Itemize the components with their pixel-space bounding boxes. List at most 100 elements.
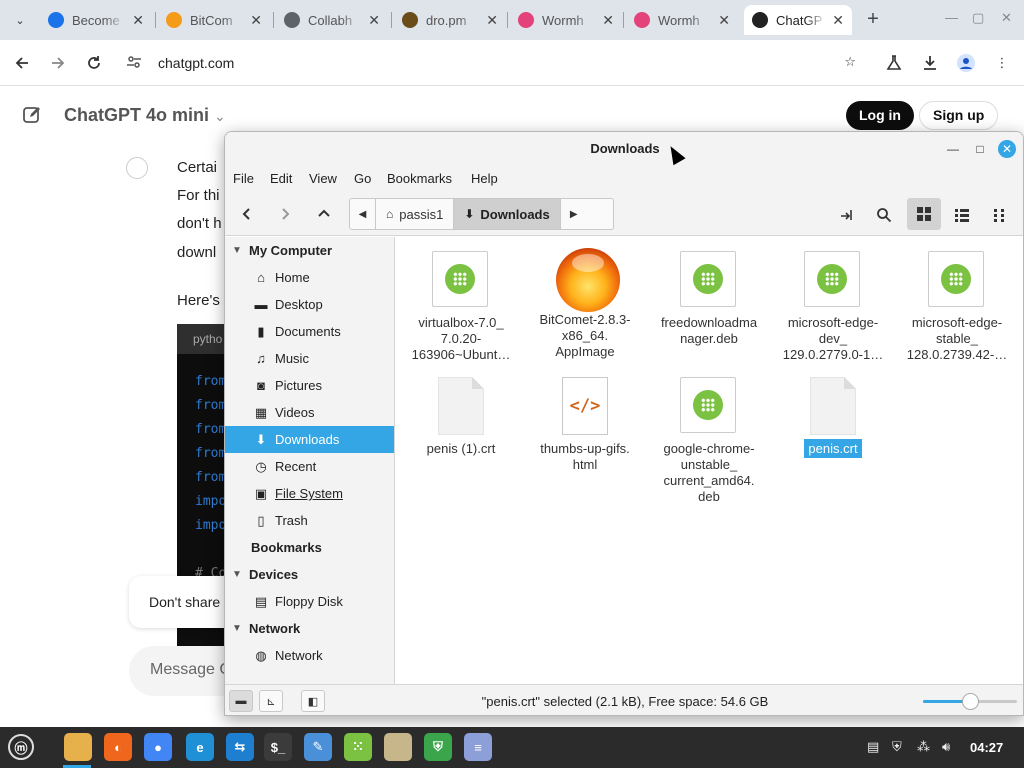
sidebar-item-documents[interactable]: ▮ Documents bbox=[225, 318, 394, 345]
maximize-icon[interactable]: ▢ bbox=[972, 10, 984, 26]
file-item[interactable]: freedownloadma nager.deb bbox=[647, 251, 771, 347]
browser-tab[interactable]: Collabh ✕ bbox=[276, 5, 388, 35]
browser-tab[interactable]: Wormh ✕ bbox=[626, 5, 738, 35]
sidebar-item-recent[interactable]: ◷ Recent bbox=[225, 453, 394, 480]
tab-close-icon[interactable]: ✕ bbox=[362, 12, 380, 29]
menu-view[interactable]: View bbox=[309, 171, 337, 186]
new-chat-icon[interactable] bbox=[22, 105, 42, 128]
menu-edit[interactable]: Edit bbox=[270, 171, 292, 186]
text-editor-icon[interactable]: ✎ bbox=[304, 733, 332, 761]
toggle-location-icon[interactable] bbox=[831, 200, 861, 230]
forward-icon[interactable] bbox=[46, 51, 70, 75]
tab-close-icon[interactable]: ✕ bbox=[480, 12, 498, 29]
terminal-icon[interactable]: $_ bbox=[264, 733, 292, 761]
file-item[interactable]: virtualbox-7.0_ 7.0.20- 163906~Ubunt… bbox=[399, 251, 523, 363]
tab-close-icon[interactable]: ✕ bbox=[712, 12, 730, 29]
url-input[interactable]: chatgpt.com ☆ bbox=[116, 46, 866, 80]
list-view-icon[interactable] bbox=[947, 200, 977, 230]
menu-icon[interactable]: ⓜ bbox=[8, 734, 34, 760]
package-icon[interactable]: ⁙ bbox=[344, 733, 372, 761]
sidebar-item-desktop[interactable]: ▬ Desktop bbox=[225, 291, 394, 318]
tab-close-icon[interactable]: ✕ bbox=[244, 12, 262, 29]
section-bookmarks[interactable]: Bookmarks bbox=[225, 534, 322, 561]
firefox-icon[interactable]: ◐ bbox=[104, 733, 132, 761]
notes-icon[interactable]: ≡ bbox=[464, 733, 492, 761]
edge-dev-icon[interactable]: e bbox=[186, 733, 214, 761]
close-window-icon[interactable]: ✕ bbox=[1001, 10, 1012, 26]
browser-tab[interactable]: BitCom ✕ bbox=[158, 5, 270, 35]
tab-close-icon[interactable]: ✕ bbox=[126, 12, 144, 29]
clock[interactable]: 04:27 bbox=[970, 740, 1003, 755]
browser-tab[interactable]: Become ✕ bbox=[40, 5, 152, 35]
network-tray-icon[interactable]: ⁂ bbox=[917, 739, 930, 755]
minimize-icon[interactable]: — bbox=[943, 139, 963, 159]
file-item[interactable]: google-chrome-unstable_ current_amd64. deb bbox=[647, 377, 771, 505]
sidebar-item-music[interactable]: ♫ Music bbox=[225, 345, 394, 372]
menu-file[interactable]: File bbox=[233, 171, 254, 186]
section-network[interactable]: ▼ Network bbox=[225, 615, 300, 642]
back-icon[interactable] bbox=[10, 51, 34, 75]
files-icon[interactable] bbox=[64, 733, 92, 761]
back-icon[interactable] bbox=[233, 200, 261, 228]
update-shield-icon[interactable]: ⛨ bbox=[892, 739, 902, 755]
browser-tab[interactable]: ChatGP ✕ bbox=[744, 5, 852, 35]
menu-help[interactable]: Help bbox=[471, 171, 498, 186]
sidebar-item-downloads[interactable]: ⬇ Downloads bbox=[225, 426, 394, 453]
sidebar-item-videos[interactable]: ▦ Videos bbox=[225, 399, 394, 426]
file-item[interactable]: penis.crt bbox=[771, 377, 895, 458]
sidebar-item-file-system[interactable]: ▣ File System bbox=[225, 480, 394, 507]
sidebar-item-network[interactable]: ◍ Network bbox=[225, 642, 394, 669]
folder-icon[interactable] bbox=[384, 733, 412, 761]
sidebar-item-trash[interactable]: ▯ Trash bbox=[225, 507, 394, 534]
browser-tab[interactable]: Wormh ✕ bbox=[510, 5, 622, 35]
section-my-computer[interactable]: ▼ My Computer bbox=[225, 237, 332, 264]
reload-icon[interactable] bbox=[82, 51, 106, 75]
tab-close-icon[interactable]: ✕ bbox=[826, 12, 844, 29]
new-tab-button[interactable]: + bbox=[862, 8, 884, 31]
file-item[interactable]: penis (1).crt bbox=[399, 377, 523, 457]
profile-icon[interactable] bbox=[954, 51, 978, 75]
signup-button[interactable]: Sign up bbox=[919, 101, 999, 130]
forward-icon[interactable] bbox=[271, 200, 299, 228]
file-item[interactable]: microsoft-edge-dev_ 129.0.2779.0-1… bbox=[771, 251, 895, 363]
crumb-home[interactable]: ⌂ passis1 bbox=[376, 199, 455, 229]
model-selector[interactable]: ChatGPT 4o mini ⌄ bbox=[64, 105, 226, 126]
icon-view-icon[interactable] bbox=[907, 198, 941, 230]
bookmark-star-icon[interactable]: ☆ bbox=[844, 54, 856, 70]
compact-view-icon[interactable] bbox=[985, 200, 1015, 230]
clipboard-icon[interactable]: ▤ bbox=[867, 739, 879, 755]
window-titlebar[interactable]: Downloads — □ ✕ bbox=[225, 132, 1023, 166]
close-icon[interactable]: ✕ bbox=[998, 140, 1016, 158]
minimize-icon[interactable]: — bbox=[945, 10, 958, 25]
zoom-slider-knob[interactable] bbox=[962, 693, 979, 710]
menu-go[interactable]: Go bbox=[354, 171, 371, 186]
crumb-right-icon[interactable]: ▶ bbox=[561, 199, 587, 229]
zoom-slider[interactable] bbox=[923, 693, 1017, 710]
shield-icon[interactable]: ⛨ bbox=[424, 733, 452, 761]
file-item[interactable]: BitComet-2.8.3- x86_64. AppImage bbox=[523, 248, 647, 360]
crumb-downloads[interactable]: ⬇ Downloads bbox=[454, 199, 561, 229]
download-icon[interactable] bbox=[918, 51, 942, 75]
site-settings-icon[interactable] bbox=[126, 54, 148, 73]
search-icon[interactable] bbox=[869, 200, 899, 230]
chrome-icon[interactable]: ● bbox=[144, 733, 172, 761]
up-icon[interactable] bbox=[310, 200, 338, 228]
transfer-icon[interactable]: ⇆ bbox=[226, 733, 254, 761]
sidebar-item-home[interactable]: ⌂ Home bbox=[225, 264, 394, 291]
sidebar-item-floppy-disk[interactable]: ▤ Floppy Disk bbox=[225, 588, 394, 615]
labs-icon[interactable] bbox=[882, 51, 906, 75]
browser-tab[interactable]: dro.pm ✕ bbox=[394, 5, 506, 35]
file-item[interactable]: </> thumbs-up-gifs. html bbox=[523, 377, 647, 473]
file-item[interactable]: microsoft-edge-stable_ 128.0.2739.42-… bbox=[895, 251, 1019, 363]
tab-close-icon[interactable]: ✕ bbox=[596, 12, 614, 29]
crumb-left-icon[interactable]: ◀ bbox=[350, 199, 376, 229]
sidebar-item-pictures[interactable]: ◙ Pictures bbox=[225, 372, 394, 399]
volume-icon[interactable]: 🔊︎ bbox=[942, 739, 950, 755]
tab-search-button[interactable]: ⌄ bbox=[8, 8, 32, 32]
menu-bookmarks[interactable]: Bookmarks bbox=[387, 171, 452, 186]
file-icon-view[interactable]: virtualbox-7.0_ 7.0.20- 163906~Ubunt… BitCo… bbox=[396, 237, 1023, 684]
menu-kebab-icon[interactable]: ⋮ bbox=[990, 51, 1014, 75]
maximize-icon[interactable]: □ bbox=[970, 139, 990, 159]
section-devices[interactable]: ▼ Devices bbox=[225, 561, 298, 588]
login-button[interactable]: Log in bbox=[846, 101, 914, 130]
